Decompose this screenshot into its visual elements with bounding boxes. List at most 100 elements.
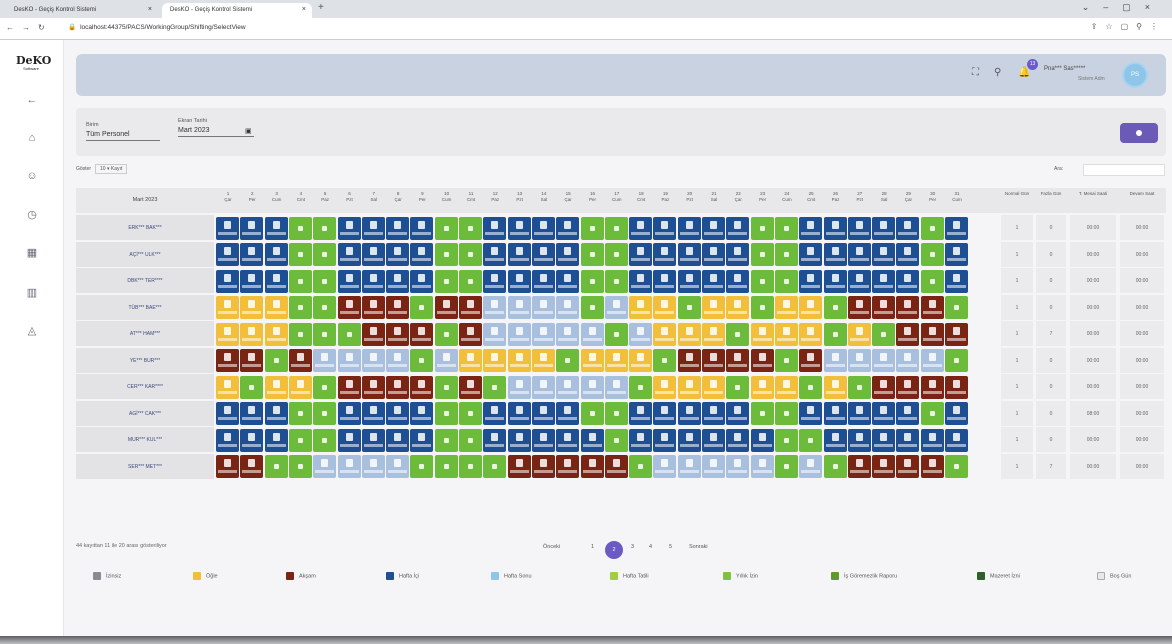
shift-cell[interactable] [774,216,798,240]
shift-cell[interactable] [847,269,871,293]
shift-cell[interactable] [896,243,920,266]
shift-cell[interactable] [288,349,312,372]
shift-cell[interactable] [434,296,458,319]
shift-cell[interactable] [750,243,774,266]
shift-cell[interactable] [702,402,725,425]
shift-cell[interactable] [774,349,798,372]
shift-cell[interactable] [386,402,410,425]
shift-cell[interactable] [604,216,628,240]
shift-cell[interactable] [847,455,871,478]
shift-cell[interactable] [556,375,580,399]
shift-cell[interactable] [750,322,774,346]
shift-cell[interactable] [361,322,385,346]
shift-cell[interactable] [629,269,653,293]
shift-cell[interactable] [774,243,798,266]
shift-cell[interactable] [580,402,604,425]
shift-cell[interactable] [677,269,701,293]
shift-cell[interactable] [361,296,385,319]
shift-cell[interactable] [629,216,653,240]
shift-cell[interactable] [483,428,507,452]
url-field[interactable]: 🔒 localhost:44375/PACS/WorkingGroup/Shift… [68,23,246,31]
shift-cell[interactable] [216,296,239,319]
shift-cell[interactable] [726,269,750,293]
shift-cell[interactable] [872,296,896,319]
shift-cell[interactable] [386,455,410,478]
shift-cell[interactable] [264,349,288,372]
shift-cell[interactable] [483,455,507,478]
shift-cell[interactable] [702,216,725,240]
shift-cell[interactable] [507,455,531,478]
shift-cell[interactable] [531,455,555,478]
shift-cell[interactable] [483,375,507,399]
shift-cell[interactable] [604,428,628,452]
filter-button[interactable] [1120,123,1158,143]
shift-cell[interactable] [313,216,337,240]
shift-cell[interactable] [823,322,847,346]
employee-name[interactable]: AT*** HAM*** [76,321,214,347]
shift-cell[interactable] [920,349,944,372]
shift-cell[interactable] [410,296,434,319]
shift-cell[interactable] [313,243,337,266]
shift-cell[interactable] [896,455,920,478]
shift-cell[interactable] [507,216,531,240]
shift-cell[interactable] [507,375,531,399]
shift-cell[interactable] [945,375,968,399]
shift-cell[interactable] [556,296,580,319]
shift-cell[interactable] [677,375,701,399]
shift-cell[interactable] [434,349,458,372]
shift-cell[interactable] [240,349,264,372]
shift-cell[interactable] [872,402,896,425]
shift-cell[interactable] [264,216,288,240]
shift-cell[interactable] [896,296,920,319]
shift-cell[interactable] [726,455,750,478]
shift-cell[interactable] [750,216,774,240]
shift-cell[interactable] [847,402,871,425]
shift-cell[interactable] [361,375,385,399]
shift-cell[interactable] [920,243,944,266]
shift-cell[interactable] [459,243,482,266]
shift-cell[interactable] [896,216,920,240]
shift-cell[interactable] [945,322,968,346]
shift-cell[interactable] [264,402,288,425]
shift-cell[interactable] [361,269,385,293]
shift-cell[interactable] [459,322,482,346]
shift-cell[interactable] [629,428,653,452]
shift-cell[interactable] [386,428,410,452]
shift-cell[interactable] [847,216,871,240]
shift-cell[interactable] [507,402,531,425]
shift-cell[interactable] [337,402,361,425]
shift-cell[interactable] [726,322,750,346]
shift-cell[interactable] [216,402,239,425]
shift-cell[interactable] [556,349,580,372]
shift-cell[interactable] [653,216,677,240]
shift-cell[interactable] [750,428,774,452]
shift-cell[interactable] [847,428,871,452]
shift-cell[interactable] [799,243,823,266]
shift-cell[interactable] [945,402,968,425]
shift-cell[interactable] [677,349,701,372]
shift-cell[interactable] [240,243,264,266]
shift-cell[interactable] [653,428,677,452]
employee-name[interactable]: MUR*** KUL*** [76,427,214,453]
shift-cell[interactable] [580,428,604,452]
shift-cell[interactable] [556,402,580,425]
shift-cell[interactable] [629,322,653,346]
shift-cell[interactable] [264,296,288,319]
shift-cell[interactable] [288,216,312,240]
shift-cell[interactable] [556,216,580,240]
shift-cell[interactable] [774,402,798,425]
shift-cell[interactable] [410,349,434,372]
shift-cell[interactable] [945,455,968,478]
calendar-icon[interactable]: ▣ [245,127,252,135]
employee-name[interactable]: DBK*** TER**** [76,268,214,294]
shift-cell[interactable] [313,375,337,399]
search-input[interactable] [1083,164,1165,176]
shift-cell[interactable] [847,296,871,319]
shift-cell[interactable] [920,375,944,399]
shift-cell[interactable] [507,428,531,452]
shift-cell[interactable] [653,455,677,478]
shift-cell[interactable] [459,375,482,399]
shift-cell[interactable] [240,428,264,452]
shift-cell[interactable] [313,402,337,425]
shift-cell[interactable] [799,216,823,240]
